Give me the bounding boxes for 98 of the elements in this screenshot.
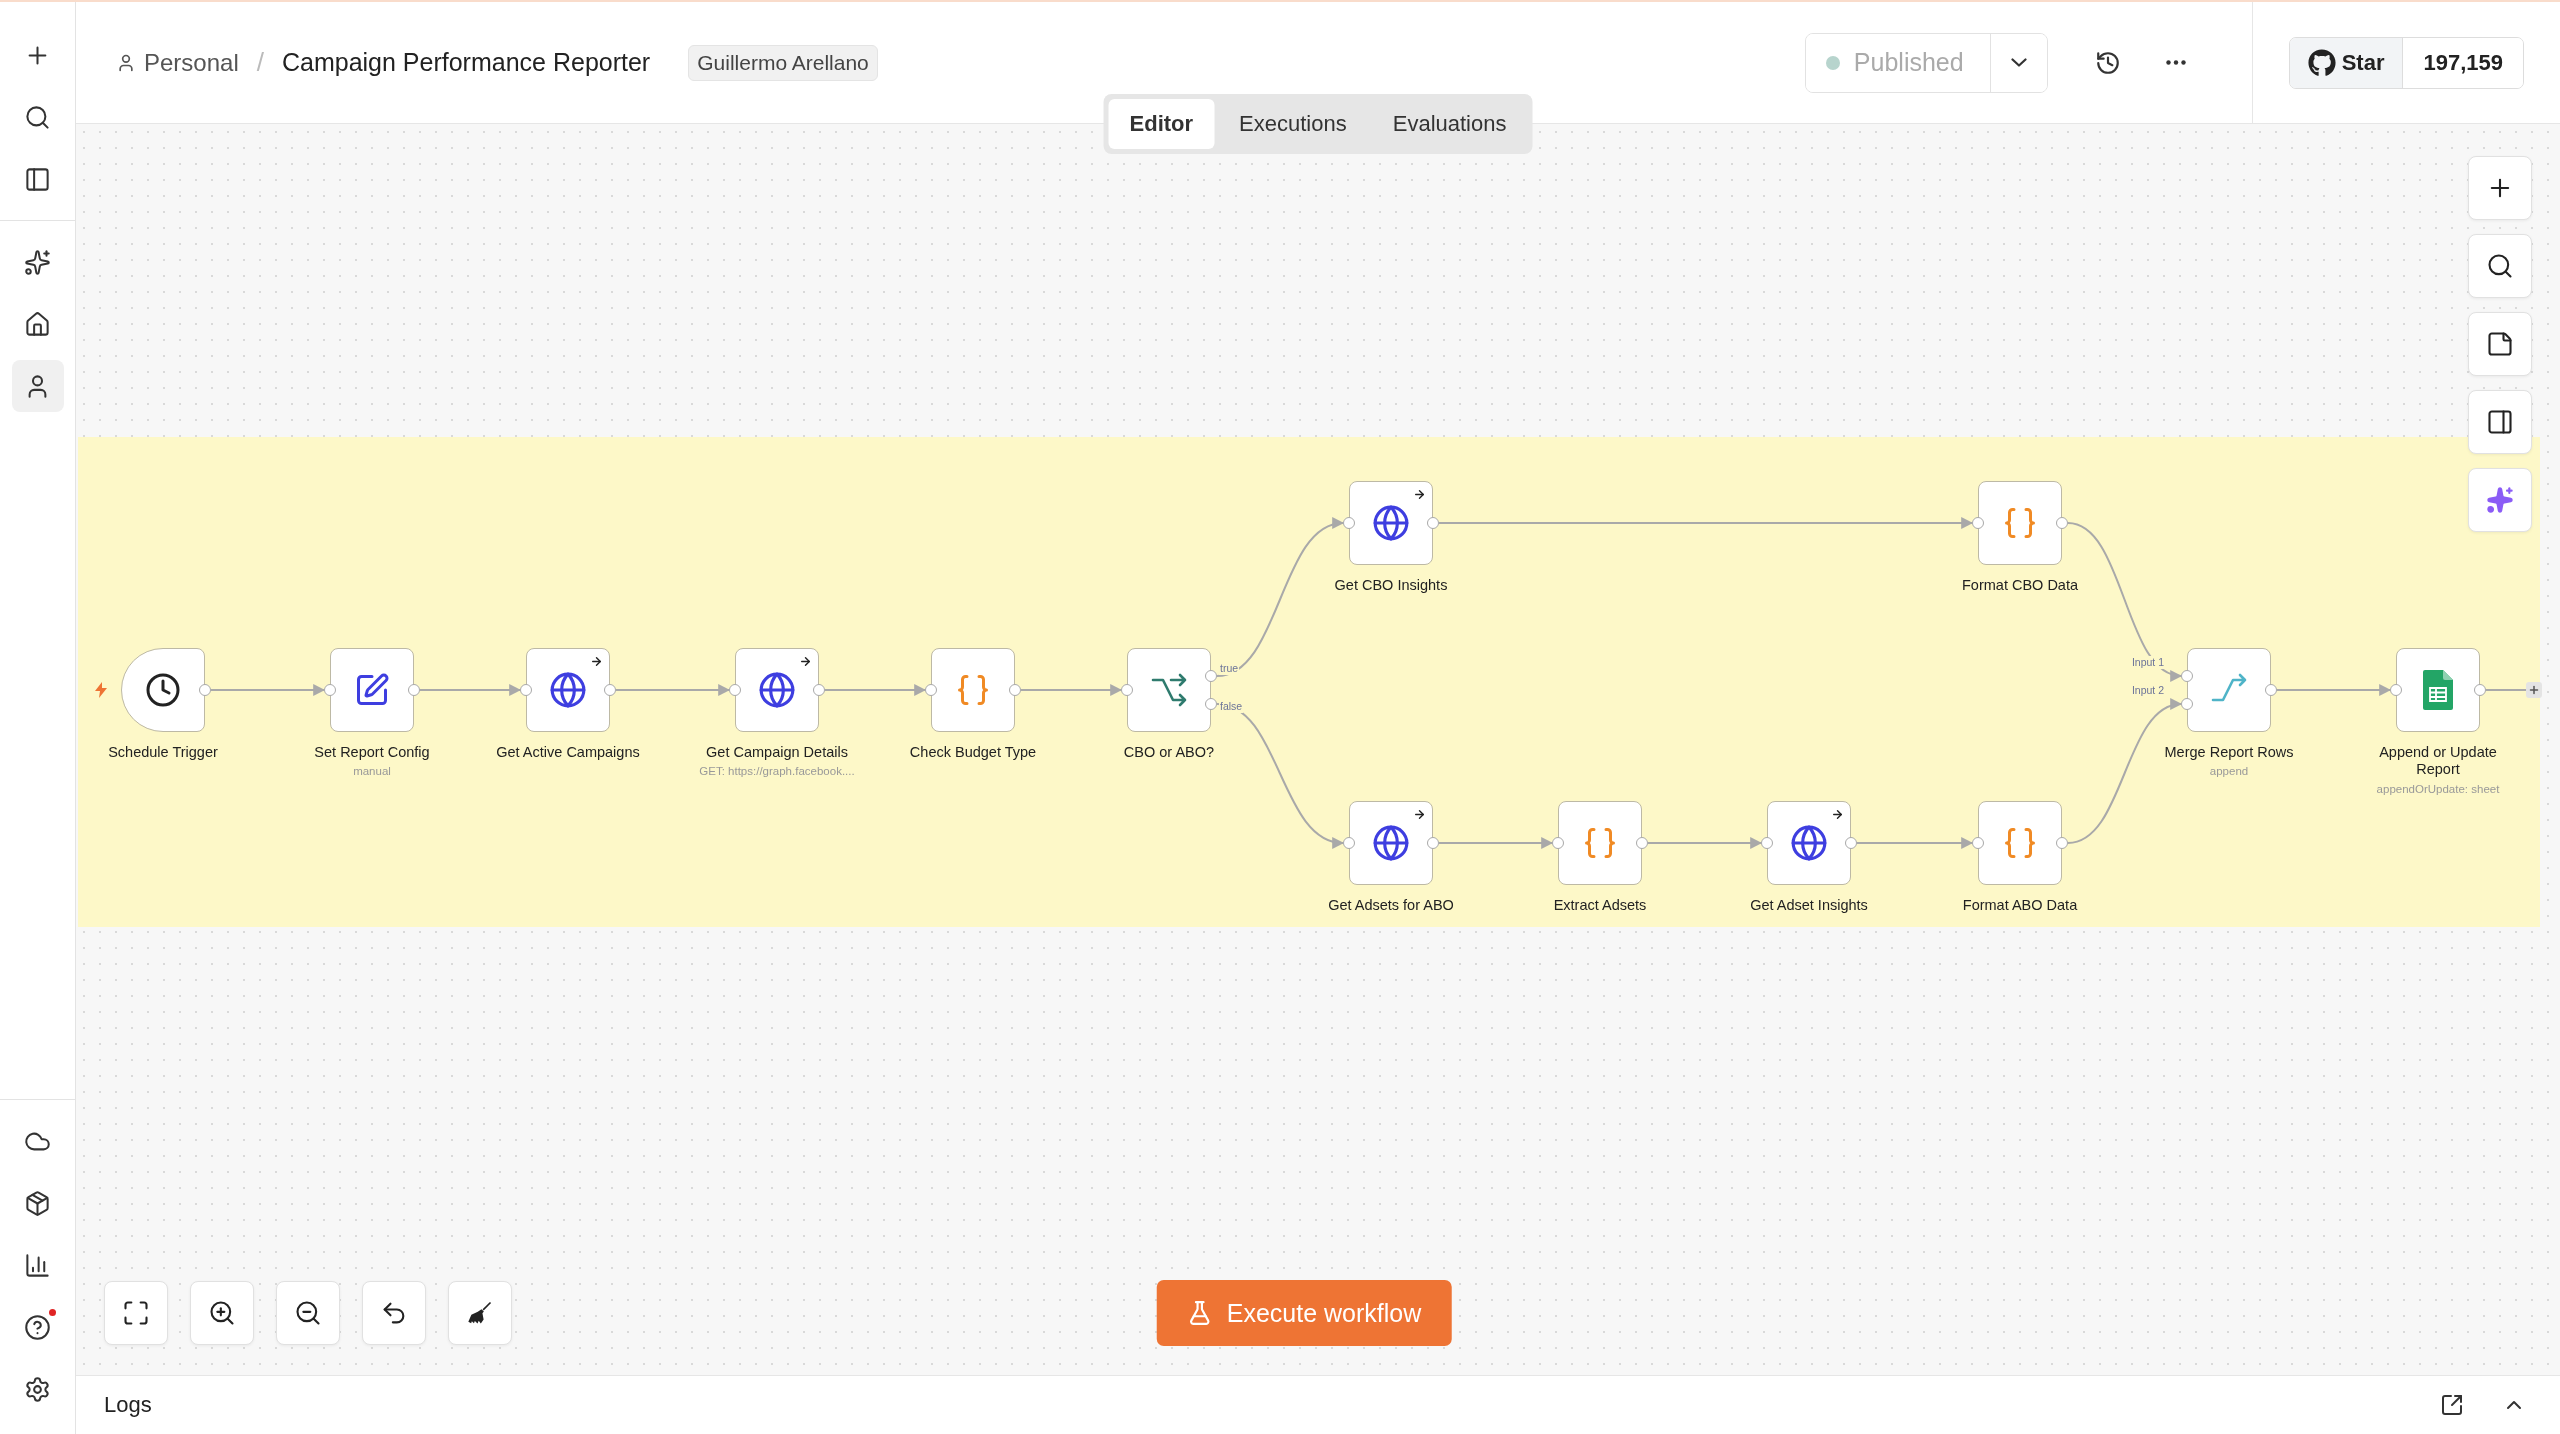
globe-icon	[758, 671, 796, 709]
zoom-in-button[interactable]	[190, 1281, 254, 1345]
arrow-right-icon	[1413, 488, 1426, 501]
search-nodes-button[interactable]	[2468, 234, 2532, 298]
node-label: Format CBO Data	[1962, 577, 2078, 595]
panel-icon	[2486, 408, 2514, 436]
sparkles-icon	[2486, 486, 2514, 514]
node-label: Get CBO Insights	[1334, 577, 1448, 595]
bar-chart-icon	[24, 1251, 51, 1279]
logs-title: Logs	[104, 1392, 152, 1418]
workflow-node[interactable]	[1558, 801, 1642, 885]
panel-toggle-button[interactable]	[2468, 390, 2532, 454]
fit-view-icon	[122, 1299, 150, 1327]
home-icon	[24, 310, 51, 338]
spreadsheet-icon	[2423, 670, 2453, 710]
sticky-note-button[interactable]	[2468, 312, 2532, 376]
node-subtitle: appendOrUpdate: sheet	[2376, 782, 2500, 795]
node-label: Set Report Config	[314, 744, 430, 762]
history-icon	[2094, 49, 2121, 76]
fit-view-button[interactable]	[104, 1281, 168, 1345]
workflow-node[interactable]	[931, 648, 1015, 732]
workflow-node[interactable]	[2187, 648, 2271, 732]
pop-out-icon	[2440, 1393, 2464, 1417]
output-label: false	[1219, 700, 1244, 713]
user-icon	[116, 52, 136, 73]
workflow-node[interactable]	[735, 648, 819, 732]
workflow-name[interactable]: Campaign Performance Reporter	[281, 48, 651, 77]
project-link[interactable]: Personal	[116, 48, 239, 77]
arrow-right-icon	[1413, 808, 1426, 821]
node-subtitle: GET: https://graph.facebook....	[699, 765, 855, 778]
node-label: CBO or ABO?	[1123, 744, 1215, 762]
sparkles-icon	[24, 248, 51, 276]
help-icon	[24, 1313, 51, 1341]
zoom-out-button[interactable]	[276, 1281, 340, 1345]
sidebar-icon	[24, 165, 51, 193]
search-icon	[2486, 252, 2514, 280]
zoom-in-icon	[208, 1299, 236, 1327]
workflow-node[interactable]	[1349, 801, 1433, 885]
node-label: Get Adsets for ABO	[1328, 897, 1454, 915]
workflow-node[interactable]	[1978, 801, 2062, 885]
view-tab[interactable]: Evaluations	[1371, 99, 1528, 149]
arrow-right-icon	[1831, 808, 1844, 821]
workflow-node[interactable]	[1978, 481, 2062, 565]
settings-icon	[24, 1375, 51, 1403]
node-label: Merge Report Rows	[2164, 744, 2294, 762]
view-tab[interactable]: Editor	[1108, 99, 1215, 149]
workflow-node[interactable]	[526, 648, 610, 732]
clock-icon	[145, 672, 181, 708]
note-icon	[2486, 330, 2514, 358]
plus-icon	[2528, 684, 2540, 696]
view-tab[interactable]: Executions	[1218, 99, 1368, 149]
node-label: Schedule Trigger	[108, 744, 218, 762]
workflow-node[interactable]	[2396, 648, 2480, 732]
add-node-handle[interactable]	[2526, 682, 2542, 698]
status-dot	[1825, 55, 1840, 70]
pencil-icon	[354, 672, 390, 708]
search-icon	[24, 103, 51, 131]
ai-assistant-button[interactable]	[2468, 468, 2532, 532]
output-label: true	[1219, 662, 1240, 675]
braces-icon	[2002, 825, 2038, 861]
workflow-node[interactable]	[330, 648, 414, 732]
globe-icon	[1790, 824, 1828, 862]
node-label: Extract Adsets	[1553, 897, 1647, 915]
workflow-node[interactable]	[1127, 648, 1211, 732]
github-star-button[interactable]: Star	[2289, 37, 2404, 88]
node-label: Get Adset Insights	[1750, 897, 1868, 915]
globe-icon	[1372, 824, 1410, 862]
globe-icon	[1372, 504, 1410, 542]
input-label: Input 2	[2130, 684, 2165, 697]
globe-icon	[549, 671, 587, 709]
node-label: Format ABO Data	[1962, 897, 2078, 915]
connector-stub	[2486, 689, 2526, 691]
node-subtitle: manual	[353, 765, 391, 778]
undo-button[interactable]	[362, 1281, 426, 1345]
node-label: Get Active Campaigns	[496, 744, 640, 762]
arrow-right-icon	[799, 655, 812, 668]
package-icon	[24, 1189, 51, 1217]
braces-icon	[2002, 505, 2038, 541]
workflow-tag[interactable]: Guillermo Arellano	[688, 44, 878, 81]
node-label: Append or Update Report	[2378, 744, 2498, 779]
chevron-down-icon	[2010, 58, 2027, 67]
braces-icon	[955, 672, 991, 708]
more-icon	[2165, 60, 2186, 65]
workflow-node[interactable]	[1349, 481, 1433, 565]
github-icon	[2307, 48, 2336, 77]
input-label: Input 1	[2130, 656, 2165, 669]
workflow-node[interactable]	[1767, 801, 1851, 885]
tidy-up-button[interactable]	[448, 1281, 512, 1345]
breadcrumb-separator: /	[256, 47, 264, 78]
add-node-button[interactable]	[2468, 156, 2532, 220]
personal-button[interactable]	[11, 360, 64, 412]
arrow-right-icon	[590, 655, 603, 668]
lightning-icon	[95, 682, 107, 698]
node-subtitle: append	[2209, 765, 2249, 778]
braces-icon	[1582, 825, 1618, 861]
node-label: Check Budget Type	[909, 744, 1037, 762]
zoom-out-icon	[294, 1299, 322, 1327]
node-label: Get Campaign Details	[706, 744, 848, 762]
